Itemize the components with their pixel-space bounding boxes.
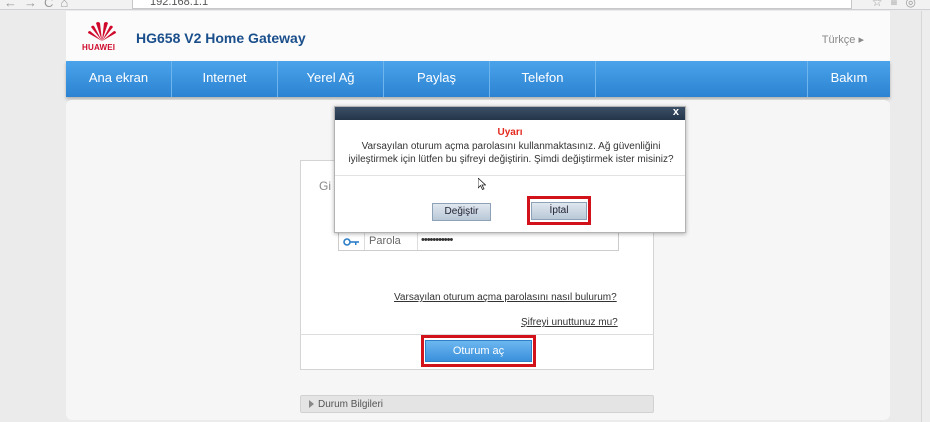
- how-to-find-password-link[interactable]: Varsayılan oturum açma parolasını nasıl …: [394, 292, 617, 303]
- nav-item-share[interactable]: Paylaş: [384, 61, 490, 97]
- nav-item-local-network[interactable]: Yerel Ağ: [278, 61, 384, 97]
- field-divider: [364, 232, 365, 250]
- huawei-logo-icon: HUAWEI: [82, 19, 120, 55]
- language-selector[interactable]: Türkçe ▸: [822, 33, 864, 46]
- mouse-cursor-icon: [478, 178, 486, 190]
- dialog-message: Varsayılan oturum açma parolasını kullan…: [348, 141, 674, 165]
- main-nav: Ana ekran Internet Yerel Ağ Paylaş Telef…: [66, 61, 890, 97]
- page-title: HG658 V2 Home Gateway: [136, 30, 306, 46]
- address-bar-url: 192.168.1.1: [150, 0, 209, 8]
- highlight-box-cancel: [527, 196, 591, 225]
- nav-item-maintenance[interactable]: Bakım: [808, 61, 890, 97]
- password-label: Parola: [369, 235, 401, 247]
- brand-name: HUAWEI: [82, 43, 116, 52]
- warning-dialog: x Uyarı Varsayılan oturum açma parolasın…: [334, 106, 686, 233]
- scrollbar[interactable]: [921, 11, 930, 422]
- browser-nav-icons[interactable]: ←→C⌂: [4, 0, 75, 9]
- browser-toolbar: ←→C⌂ 192.168.1.1 ☆≡◎: [0, 0, 930, 10]
- nav-item-internet[interactable]: Internet: [172, 61, 278, 97]
- password-field[interactable]: Parola •••••••••••: [338, 231, 619, 251]
- close-icon[interactable]: x: [673, 106, 679, 118]
- status-info-label: Durum Bilgileri: [318, 399, 384, 410]
- forgot-password-link[interactable]: Şifreyi unuttunuz mu?: [521, 317, 618, 328]
- change-button[interactable]: Değiştir: [432, 203, 491, 221]
- chevron-right-icon: [309, 400, 314, 408]
- status-info-section[interactable]: Durum Bilgileri: [300, 395, 654, 413]
- password-value[interactable]: •••••••••••: [421, 234, 453, 246]
- page-header: HUAWEI HG658 V2 Home Gateway Türkçe ▸: [66, 11, 890, 61]
- login-heading: Gi: [319, 179, 331, 193]
- field-divider: [417, 232, 418, 250]
- nav-item-empty: [596, 61, 808, 97]
- browser-extension-icons[interactable]: ☆≡◎: [872, 0, 924, 9]
- highlight-box-login: [421, 335, 536, 367]
- nav-item-phone[interactable]: Telefon: [490, 61, 596, 97]
- dialog-title-bar: x: [335, 106, 685, 120]
- key-icon: [343, 235, 361, 247]
- address-bar[interactable]: [132, 0, 852, 9]
- divider: [335, 175, 685, 176]
- dialog-title: Uyarı: [497, 127, 523, 138]
- nav-item-home[interactable]: Ana ekran: [66, 61, 172, 97]
